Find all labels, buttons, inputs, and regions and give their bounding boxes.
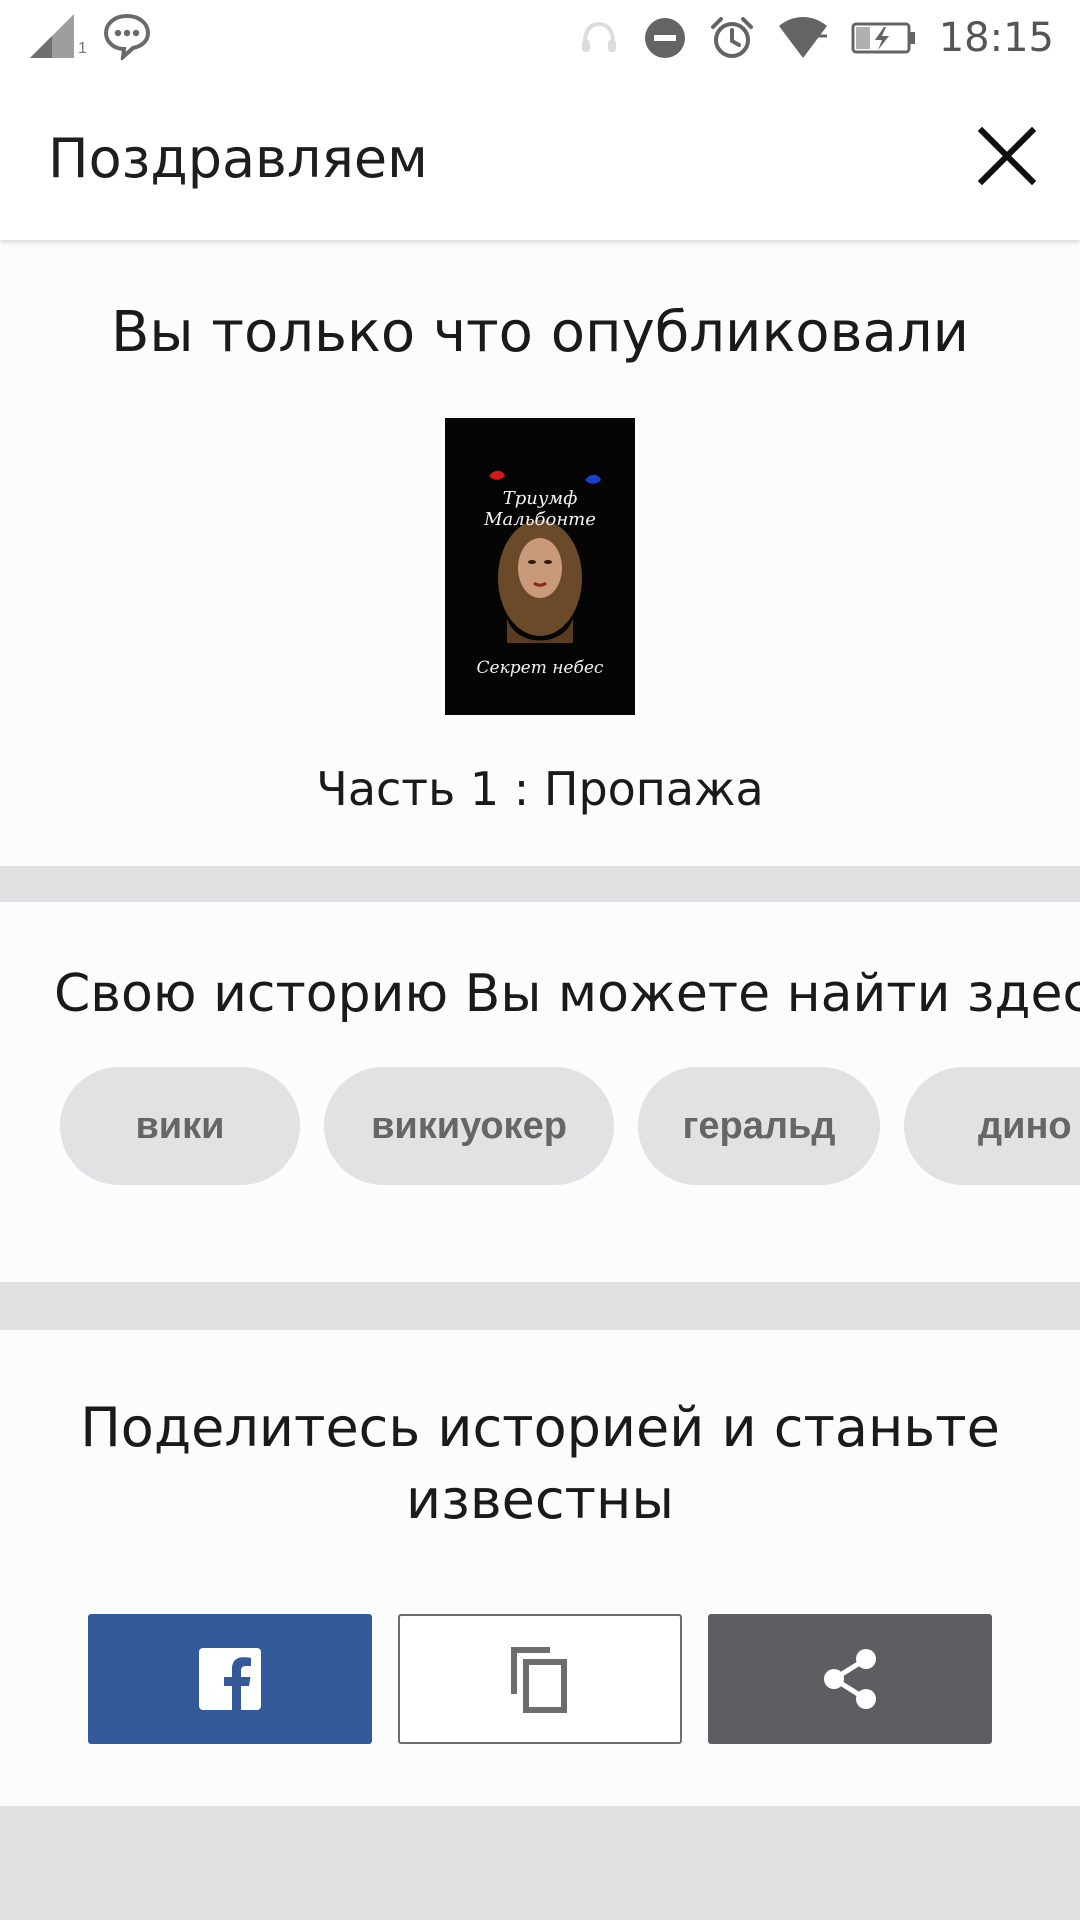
close-button[interactable] xyxy=(974,123,1040,189)
clock: 18:15 xyxy=(938,15,1054,61)
cover-subtitle: Секрет небес xyxy=(476,658,604,678)
cover-title: Триумф Мальбонте xyxy=(484,488,596,530)
page-title: Поздравляем xyxy=(48,127,428,190)
tag-chip[interactable]: геральд xyxy=(638,1067,880,1185)
battery-charging-icon xyxy=(851,21,917,55)
screen: 1 18:15 Поздравляем Вы только что опубли… xyxy=(0,0,1080,1920)
share-heading-line1: Поделитесь историей и станьте xyxy=(80,1396,1000,1459)
story-cover[interactable]: Триумф Мальбонте Секрет небес xyxy=(445,418,635,715)
status-left: 1 xyxy=(28,12,152,63)
chapter-title: Часть 1 : Пропажа xyxy=(316,762,764,816)
headset-icon xyxy=(577,16,621,60)
do-not-disturb-icon xyxy=(643,16,687,60)
status-bar: 1 18:15 xyxy=(0,0,1080,75)
published-heading: Вы только что опубликовали xyxy=(110,300,970,365)
share-section: Поделитесь историей и станьте известны xyxy=(0,1330,1080,1806)
tag-chip[interactable]: викиуокер xyxy=(324,1067,614,1185)
share-icon xyxy=(824,1649,876,1709)
share-buttons xyxy=(88,1614,992,1744)
copy-icon xyxy=(511,1647,567,1713)
find-heading: Свою историю Вы можете найти здесь xyxy=(54,964,1080,1024)
app-header: Поздравляем xyxy=(0,75,1080,240)
alarm-icon xyxy=(709,15,755,61)
facebook-icon xyxy=(199,1648,261,1710)
status-right: 18:15 xyxy=(577,8,1054,68)
close-icon xyxy=(977,126,1037,186)
tag-chip[interactable]: вики xyxy=(60,1067,300,1185)
wifi-icon xyxy=(777,16,829,60)
signal-icon: 1 xyxy=(28,12,87,60)
message-bubble-icon xyxy=(102,12,152,63)
share-button[interactable] xyxy=(708,1614,992,1744)
tag-chip[interactable]: дино xyxy=(904,1067,1080,1185)
published-section: Вы только что опубликовали Триумф Мальбо… xyxy=(0,240,1080,866)
share-heading-line2: известны xyxy=(406,1468,674,1531)
find-section: Свою историю Вы можете найти здесь вики … xyxy=(0,902,1080,1282)
copy-link-button[interactable] xyxy=(398,1614,682,1744)
tag-list: вики викиуокер геральд дино xyxy=(60,1067,1080,1187)
sim-label: 1 xyxy=(78,40,87,57)
facebook-share-button[interactable] xyxy=(88,1614,372,1744)
share-heading: Поделитесь историей и станьте известны xyxy=(0,1392,1080,1536)
